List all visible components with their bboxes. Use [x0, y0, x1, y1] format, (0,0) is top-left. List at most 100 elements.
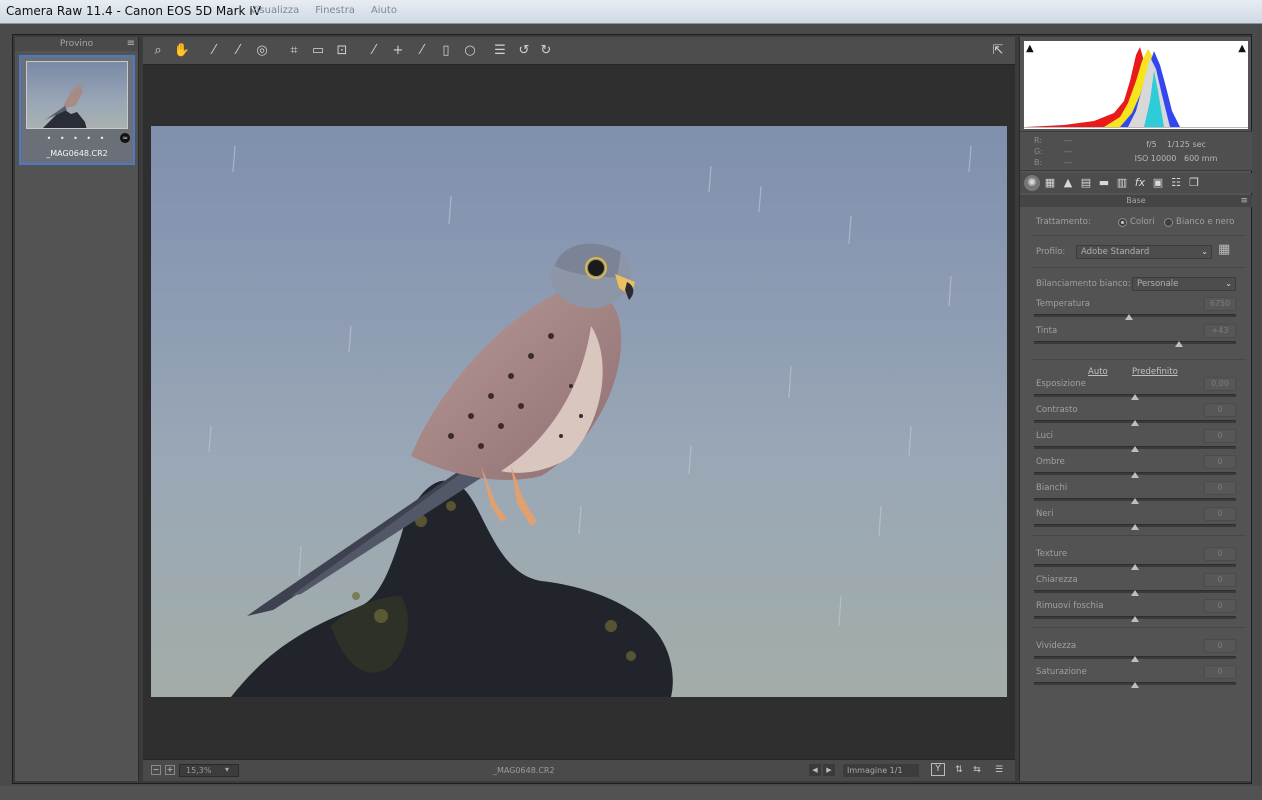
bg-menu-item: Visualizza: [250, 5, 300, 16]
treatment-bw-radio[interactable]: [1164, 218, 1173, 227]
adjustment-panel: ▲ ▲ R: G: B: --- --- --- f/5 1/125 sec I…: [1019, 37, 1252, 781]
paintbrush-icon[interactable]: ⁄: [413, 42, 431, 60]
slider-thumb-vividezza[interactable]: [1131, 656, 1139, 662]
zoom-out-button[interactable]: −: [151, 765, 161, 775]
default-link[interactable]: Predefinito: [1132, 367, 1178, 377]
profile-select[interactable]: Adobe Standard ⌄: [1076, 245, 1212, 259]
view-settings-icon[interactable]: ☰: [991, 763, 1007, 778]
fx-icon[interactable]: fx: [1132, 175, 1148, 191]
swap-before-after-icon[interactable]: ⇅: [951, 763, 967, 778]
slider-thumb-tinta[interactable]: [1175, 341, 1184, 347]
detail-mountain-icon[interactable]: ▲: [1060, 175, 1076, 191]
target-icon[interactable]: ◎: [253, 42, 271, 60]
snapshots-icon[interactable]: ❐: [1186, 175, 1202, 191]
shadow-clip-warning-icon[interactable]: ▲: [1026, 43, 1034, 54]
aperture: f/5: [1146, 140, 1157, 149]
rating-dots[interactable]: • • • • •: [21, 134, 133, 143]
b-value: ---: [1064, 158, 1073, 167]
hand-icon[interactable]: ✋: [173, 42, 191, 60]
presets-sliders-icon[interactable]: ☷: [1168, 175, 1184, 191]
kestrel-thumb-graphic: [43, 80, 87, 128]
filmstrip-thumbnail[interactable]: • • • • • ≈ _MAG0648.CR2: [19, 55, 135, 165]
histogram-graphic: [1024, 41, 1248, 129]
hsl-icon[interactable]: ▤: [1078, 175, 1094, 191]
slider-value-texture[interactable]: 0: [1204, 547, 1236, 561]
slider-thumb-ombre[interactable]: [1131, 472, 1139, 478]
chevron-down-icon: ⌄: [1201, 247, 1208, 256]
before-after-toggle[interactable]: Y: [931, 763, 945, 776]
adjust-badge-icon: ≈: [120, 133, 130, 143]
magnifier-icon[interactable]: ⌕: [149, 42, 167, 60]
slider-value-tinta[interactable]: +43: [1204, 324, 1236, 338]
slider-thumb-foschia[interactable]: [1131, 616, 1139, 622]
histogram: ▲ ▲: [1024, 41, 1248, 129]
lens-icon[interactable]: ▥: [1114, 175, 1130, 191]
status-filename: _MAG0648.CR2: [493, 766, 555, 775]
zoom-level-select[interactable]: 15,3%: [179, 764, 239, 777]
profile-browser-icon[interactable]: ▦: [1218, 242, 1230, 257]
slider-value-luci[interactable]: 0: [1204, 429, 1236, 443]
slider-label-texture: Texture: [1036, 549, 1068, 559]
slider-value-saturazione[interactable]: 0: [1204, 665, 1236, 679]
prev-image-button[interactable]: ◀: [809, 764, 821, 776]
exif-info: f/5 1/125 sec ISO 10000 600 mm: [1106, 138, 1246, 166]
ellipse-icon[interactable]: ○: [461, 42, 479, 60]
slider-track-temperatura[interactable]: [1034, 314, 1236, 317]
fullscreen-toggle-icon[interactable]: ⇱: [989, 42, 1007, 60]
slider-value-contrasto[interactable]: 0: [1204, 403, 1236, 417]
slider-value-ombre[interactable]: 0: [1204, 455, 1236, 469]
copy-settings-icon[interactable]: ⇆: [969, 763, 985, 778]
transform-icon[interactable]: ⊡: [333, 42, 351, 60]
slider-value-bianchi[interactable]: 0: [1204, 481, 1236, 495]
brush-icon[interactable]: ⁄: [365, 42, 383, 60]
slider-thumb-chiarezza[interactable]: [1131, 590, 1139, 596]
tone-curve-grid-icon[interactable]: ▦: [1042, 175, 1058, 191]
rotate-right-icon[interactable]: ↻: [537, 42, 555, 60]
slider-thumb-bianchi[interactable]: [1131, 498, 1139, 504]
chevron-down-icon[interactable]: ▾: [225, 765, 229, 774]
gradient-icon[interactable]: ▯: [437, 42, 455, 60]
eyedropper-icon[interactable]: ⁄: [205, 42, 223, 60]
base-panel-header: Base ≡: [1020, 195, 1252, 207]
r-value: ---: [1064, 136, 1073, 145]
next-image-button[interactable]: ▶: [823, 764, 835, 776]
slider-thumb-luci[interactable]: [1131, 446, 1139, 452]
slider-thumb-saturazione[interactable]: [1131, 682, 1139, 688]
treatment-label: Trattamento:: [1036, 217, 1091, 227]
thumbnail-image: [26, 61, 128, 129]
list-icon[interactable]: ☰: [491, 42, 509, 60]
slider-value-chiarezza[interactable]: 0: [1204, 573, 1236, 587]
split-toning-icon[interactable]: ▬: [1096, 175, 1112, 191]
slider-track-tinta[interactable]: [1034, 341, 1236, 344]
slider-value-esposizione[interactable]: 0,00: [1204, 377, 1236, 391]
auto-link[interactable]: Auto: [1088, 367, 1108, 377]
highlight-clip-warning-icon[interactable]: ▲: [1238, 43, 1246, 54]
slider-thumb-esposizione[interactable]: [1131, 394, 1139, 400]
eyedropper-plus-icon[interactable]: ⁄: [229, 42, 247, 60]
menu-lines-icon[interactable]: ≡: [127, 37, 135, 51]
calibration-film-icon[interactable]: ▣: [1150, 175, 1166, 191]
slider-value-temperatura[interactable]: 6750: [1204, 297, 1236, 311]
image-canvas[interactable]: [143, 66, 1015, 759]
basic-aperture-icon[interactable]: ✺: [1024, 175, 1040, 191]
wb-select[interactable]: Personale ⌄: [1132, 277, 1236, 291]
slider-label-luci: Luci: [1036, 431, 1054, 441]
slider-thumb-neri[interactable]: [1131, 524, 1139, 530]
treatment-color-radio[interactable]: [1118, 218, 1127, 227]
slider-thumb-texture[interactable]: [1131, 564, 1139, 570]
crop-icon[interactable]: ⌗: [285, 42, 303, 60]
slider-value-foschia[interactable]: 0: [1204, 599, 1236, 613]
filmstrip-panel: Provino ≡ • • • • • ≈ _MAG0648.CR2: [15, 37, 139, 781]
eye-plus-icon[interactable]: +: [389, 42, 407, 60]
kestrel-photo-graphic: [208, 145, 972, 697]
slider-value-vividezza[interactable]: 0: [1204, 639, 1236, 653]
slider-thumb-temperatura[interactable]: [1124, 314, 1133, 320]
menu-lines-icon[interactable]: ≡: [1240, 195, 1248, 207]
rotate-left-icon[interactable]: ↺: [515, 42, 533, 60]
straighten-icon[interactable]: ▭: [309, 42, 327, 60]
wb-label: Bilanciamento bianco:: [1036, 279, 1131, 289]
slider-value-neri[interactable]: 0: [1204, 507, 1236, 521]
slider-thumb-contrasto[interactable]: [1131, 420, 1139, 426]
zoom-in-button[interactable]: +: [165, 765, 175, 775]
background-menu: Visualizza Finestra Aiuto: [250, 5, 397, 16]
